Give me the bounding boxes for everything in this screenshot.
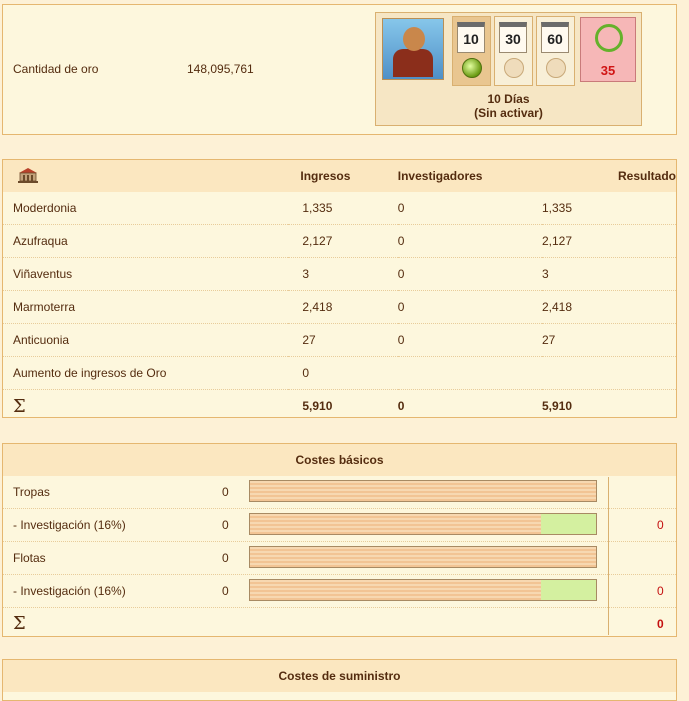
- table-row: Marmoterra 2,418 0 2,418: [3, 290, 676, 324]
- col-investigadores: Investigadores: [397, 160, 542, 192]
- table-row: Viñaventus 3 0 3: [3, 257, 676, 291]
- premium-panel: 10 30 60 35 10 Días (Sin activar): [375, 12, 642, 126]
- premium-30-days-option[interactable]: 30: [494, 16, 533, 86]
- cost-bar: [249, 513, 597, 535]
- gold-panel: Cantidad de oro 148,095,761 10 30 60 35 …: [2, 4, 677, 135]
- premium-60-days-option[interactable]: 60: [536, 16, 575, 86]
- col-resultado: Resultado: [541, 160, 676, 192]
- cost-row: - Investigación (16%) 0 0: [3, 509, 676, 542]
- income-panel: Ingresos Investigadores Resultado Moderd…: [2, 159, 677, 418]
- cost-bar: [249, 480, 597, 502]
- basic-costs-title: Costes básicos: [3, 444, 676, 476]
- table-row: Azufraqua 2,127 0 2,127: [3, 224, 676, 258]
- premium-status: 10 Días (Sin activar): [474, 92, 543, 120]
- cost-row: - Investigación (16%) 0 0: [3, 575, 676, 608]
- town-name: Marmoterra: [3, 290, 289, 324]
- supply-costs-title: Costes de suministro: [3, 660, 676, 692]
- col-ingresos: Ingresos: [288, 160, 398, 192]
- radio-unselected[interactable]: [504, 58, 524, 78]
- radio-selected[interactable]: [462, 58, 482, 78]
- cost-bar: [249, 546, 597, 568]
- town-name: Viñaventus: [3, 257, 289, 291]
- calendar-icon: 60: [541, 22, 569, 53]
- cost-row: Flotas 0: [3, 542, 676, 575]
- town-name: Azufraqua: [3, 224, 289, 258]
- calendar-icon: 10: [457, 22, 485, 53]
- gold-value: 148,095,761: [187, 62, 254, 76]
- calendar-icon: 30: [499, 22, 527, 53]
- town-hall-icon: [3, 160, 289, 192]
- town-name: Moderdonia: [3, 192, 289, 225]
- premium-cost: 35: [600, 63, 616, 78]
- total-row: Σ 5,910 0 5,910: [3, 390, 676, 423]
- table-row: Moderdonia 1,335 0 1,335: [3, 192, 676, 225]
- sum-icon: Σ: [13, 395, 26, 417]
- cost-bar: [249, 579, 597, 601]
- gold-boost-row: Aumento de ingresos de Oro 0: [3, 356, 676, 390]
- cost-row: Tropas 0: [3, 476, 676, 509]
- premium-activate-button[interactable]: 35: [580, 17, 636, 82]
- gold-label: Cantidad de oro: [13, 62, 99, 76]
- premium-10-days-option[interactable]: 10: [452, 16, 491, 86]
- basic-costs-panel: Costes básicos Tropas 0 - Investigación …: [2, 443, 677, 637]
- refresh-icon: [595, 24, 623, 52]
- total-row: Σ 0: [13, 613, 664, 634]
- sum-icon: Σ: [13, 613, 26, 634]
- radio-unselected[interactable]: [546, 58, 566, 78]
- table-row: Anticuonia 27 0 27: [3, 323, 676, 357]
- supply-costs-panel: Costes de suministro: [2, 659, 677, 701]
- income-table: Ingresos Investigadores Resultado Moderd…: [3, 160, 676, 422]
- advisor-avatar: [382, 18, 444, 80]
- town-name: Anticuonia: [3, 323, 289, 357]
